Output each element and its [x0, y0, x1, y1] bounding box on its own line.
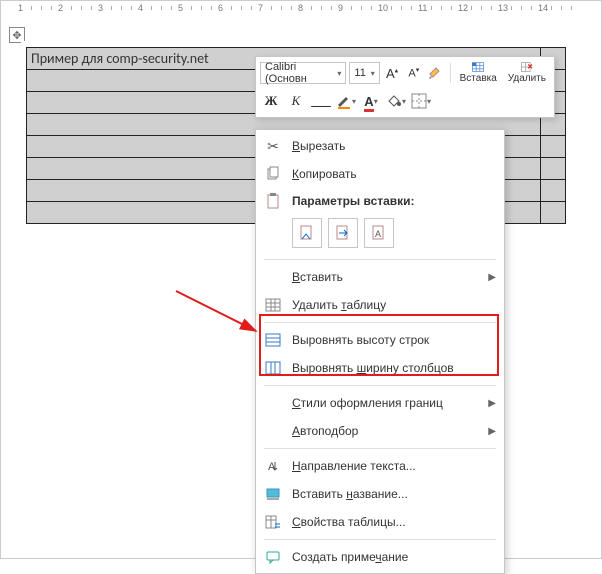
chevron-down-icon: ▾: [371, 69, 375, 78]
table-icon: [264, 296, 282, 314]
table-cell[interactable]: [541, 202, 566, 224]
table-cell[interactable]: [541, 180, 566, 202]
shrink-font-button[interactable]: A▾: [404, 62, 423, 84]
menu-cut[interactable]: ✂ Вырезать: [256, 132, 504, 160]
cell-text: Пример для comp-security.net: [31, 50, 209, 67]
highlight-button[interactable]: ▾: [385, 90, 407, 112]
bucket-icon: [386, 93, 402, 109]
menu-label: Свойства таблицы...: [292, 515, 496, 529]
chevron-right-icon: ▶: [488, 398, 496, 409]
ruler-number: 5: [178, 3, 183, 13]
clipboard-icon: [264, 192, 282, 210]
font-size-value: 11: [354, 67, 365, 79]
ruler-number: 2: [58, 3, 63, 13]
pen-icon: [336, 93, 352, 109]
menu-insert[interactable]: Вставить ▶: [256, 263, 504, 291]
paste-heading: Параметры вставки:: [292, 194, 415, 208]
ruler-number: 9: [338, 3, 343, 13]
grow-font-button[interactable]: A▴: [383, 62, 402, 84]
menu-delete-table[interactable]: Удалить таблицу: [256, 291, 504, 319]
ruler-number: 14: [538, 3, 548, 13]
menu-label: Создать примечание: [292, 550, 496, 564]
italic-button[interactable]: К: [285, 90, 307, 112]
table-cell[interactable]: [541, 158, 566, 180]
comment-icon: [264, 548, 282, 566]
horizontal-ruler[interactable]: 1234567891011121314: [1, 1, 601, 19]
menu-insert-caption[interactable]: Вставить название...: [256, 480, 504, 508]
paintbrush-icon: [427, 65, 443, 81]
ruler-number: 8: [298, 3, 303, 13]
format-painter-button[interactable]: [426, 62, 445, 84]
borders-icon: [411, 93, 427, 109]
font-size-dropdown[interactable]: 11 ▾: [349, 62, 379, 84]
menu-text-direction[interactable]: A Направление текста...: [256, 452, 504, 480]
delete-label: Удалить: [508, 73, 546, 84]
paste-option-keep-source[interactable]: [292, 218, 322, 248]
properties-icon: [264, 513, 282, 531]
ruler-number: 4: [138, 3, 143, 13]
menu-distribute-rows[interactable]: Выровнять высоту строк: [256, 326, 504, 354]
borders-button[interactable]: ▾: [410, 90, 432, 112]
delete-button[interactable]: Удалить: [504, 62, 550, 84]
copy-icon: [264, 165, 282, 183]
ruler-number: 11: [418, 3, 427, 13]
caption-icon: [264, 485, 282, 503]
menu-label: Удалить таблицу: [292, 298, 496, 312]
table-delete-icon: [517, 62, 537, 72]
distribute-cols-icon: [264, 359, 282, 377]
mini-toolbar: Calibri (Основн ▾ 11 ▾ A▴ A▾ Вставка Уда…: [255, 56, 555, 118]
ruler-number: 13: [498, 3, 508, 13]
scissors-icon: ✂: [264, 137, 282, 155]
bold-button[interactable]: Ж: [260, 90, 282, 112]
ruler-number: 7: [258, 3, 263, 13]
menu-autofit[interactable]: Автоподбор ▶: [256, 417, 504, 445]
ruler-number: 12: [458, 3, 468, 13]
context-menu: ✂ Вырезать Копировать Параметры вставки:…: [255, 129, 505, 574]
paste-option-text-only[interactable]: A: [364, 218, 394, 248]
table-cell[interactable]: [541, 136, 566, 158]
menu-new-comment[interactable]: Создать примечание: [256, 543, 504, 571]
font-name-dropdown[interactable]: Calibri (Основн ▾: [260, 62, 346, 84]
font-color-button[interactable]: А ▾: [360, 90, 382, 112]
table-insert-icon: [468, 62, 488, 72]
chevron-down-icon: ▾: [337, 69, 341, 78]
menu-paste-options-group: Параметры вставки: A: [256, 188, 504, 256]
text-direction-icon: A: [264, 457, 282, 475]
menu-table-properties[interactable]: Свойства таблицы...: [256, 508, 504, 536]
ruler-number: 3: [98, 3, 103, 13]
menu-label: Выровнять ширину столбцов: [292, 361, 496, 375]
distribute-rows-icon: [264, 331, 282, 349]
font-name-value: Calibri (Основн: [265, 61, 337, 85]
svg-text:A: A: [375, 229, 381, 239]
ruler-number: 6: [218, 3, 223, 13]
insert-label: Вставка: [460, 73, 497, 84]
menu-copy[interactable]: Копировать: [256, 160, 504, 188]
menu-label: Вставить название...: [292, 487, 496, 501]
chevron-right-icon: ▶: [488, 426, 496, 437]
underline-button[interactable]: ___: [310, 90, 332, 112]
ruler-number: 1: [18, 3, 23, 13]
ruler-number: 10: [378, 3, 388, 13]
chevron-right-icon: ▶: [488, 272, 496, 283]
paste-option-merge[interactable]: [328, 218, 358, 248]
menu-distribute-columns[interactable]: Выровнять ширину столбцов: [256, 354, 504, 382]
menu-border-styles[interactable]: Стили оформления границ ▶: [256, 389, 504, 417]
insert-button[interactable]: Вставка: [456, 62, 501, 84]
pen-color-button[interactable]: ▾: [335, 90, 357, 112]
